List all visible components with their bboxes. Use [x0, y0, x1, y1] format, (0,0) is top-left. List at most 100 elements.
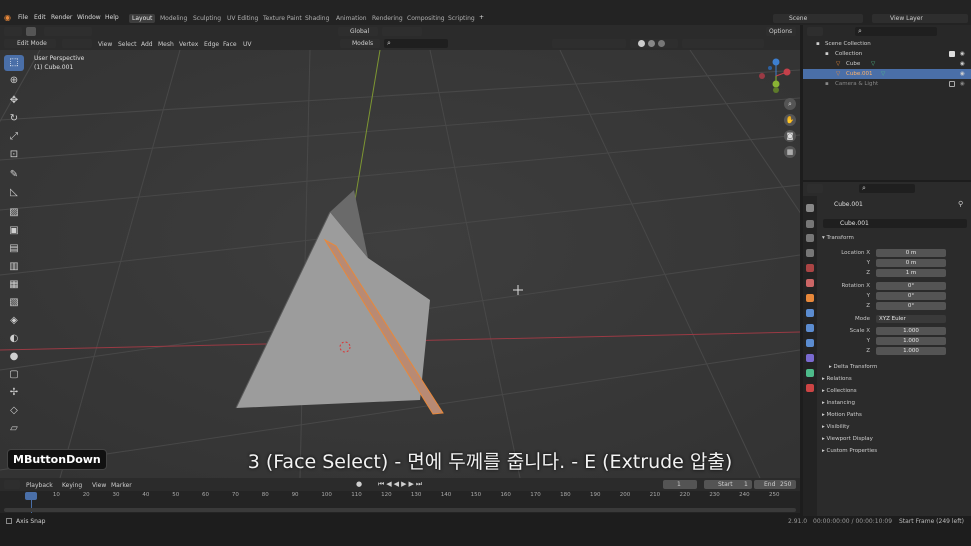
relations-section[interactable]: ▸ Relations [822, 376, 852, 382]
spin-tool-icon[interactable]: ◐ [4, 331, 24, 347]
scale-x-field[interactable]: 1.000 [876, 327, 946, 335]
visibility-gizmo-buttons[interactable] [552, 39, 626, 48]
tool-tab-icon[interactable] [806, 204, 814, 212]
rip-region-tool-icon[interactable]: ▱ [4, 421, 24, 437]
3d-viewport[interactable]: User Perspective (1) Cube.001 ⌕ ✋ ◙ ▦ [0, 50, 800, 478]
scale-tool-icon[interactable]: ⤢ [4, 129, 24, 145]
rotation-x-field[interactable]: 0° [876, 282, 946, 290]
end-frame-field[interactable]: End 250 [754, 480, 796, 489]
start-frame-field[interactable]: Start 1 [704, 480, 752, 489]
loop-cut-tool-icon[interactable]: ▦ [4, 277, 24, 293]
record-icon[interactable]: ● [356, 480, 362, 488]
location-z-field[interactable]: 1 m [876, 269, 946, 277]
menu-select[interactable]: Select [118, 41, 137, 48]
view-layer-selector[interactable]: View Layer [872, 14, 968, 23]
playback-controls[interactable]: ⏮◀◀▶▶⏭ [378, 480, 424, 489]
rotate-tool-icon[interactable]: ↻ [4, 111, 24, 127]
custom-properties-section[interactable]: ▸ Custom Properties [822, 448, 877, 454]
menu-mesh[interactable]: Mesh [158, 41, 174, 48]
inset-tool-icon[interactable]: ▤ [4, 241, 24, 257]
camera-icon[interactable]: ◙ [784, 130, 796, 142]
extrude-tool-icon[interactable]: ▣ [4, 223, 24, 239]
tab-sculpting[interactable]: Sculpting [190, 14, 224, 23]
mode-selector[interactable]: Edit Mode [4, 39, 56, 48]
motion-paths-section[interactable]: ▸ Motion Paths [822, 412, 862, 418]
viewport-display-section[interactable]: ▸ Viewport Display [822, 436, 873, 442]
tab-shading[interactable]: Shading [302, 14, 332, 23]
menu-playback[interactable]: Playback [26, 482, 53, 489]
tab-compositing[interactable]: Compositing [404, 14, 448, 23]
object-name-field[interactable]: Cube.001 [823, 219, 967, 228]
view-layer-tab-icon[interactable] [806, 249, 814, 257]
menu-render[interactable]: Render [51, 14, 72, 21]
transform-tool-icon[interactable]: ⊡ [4, 147, 24, 163]
annotate-tool-icon[interactable]: ✎ [4, 167, 24, 183]
eye-icon[interactable]: ◉ [960, 49, 965, 59]
render-tab-icon[interactable] [806, 220, 814, 228]
pivot-snap-buttons[interactable] [382, 27, 422, 36]
select-mode-toggle[interactable] [62, 39, 92, 48]
scale-y-field[interactable]: 1.000 [876, 337, 946, 345]
outliner-row-cube[interactable]: ▽ Cube ▽ ◉ [803, 59, 971, 69]
eye-icon[interactable]: ◉ [960, 69, 965, 79]
menu-timeline-view[interactable]: View [92, 482, 106, 489]
knife-tool-icon[interactable]: ▧ [4, 295, 24, 311]
menu-vertex[interactable]: Vertex [179, 41, 198, 48]
viewport-overlay-buttons[interactable] [682, 39, 764, 48]
outliner-row-camera-light[interactable]: ▪ Camera & Light ◉ [803, 79, 971, 89]
shrink-fatten-tool-icon[interactable]: ▢ [4, 367, 24, 383]
menu-file[interactable]: File [18, 14, 28, 21]
collections-section[interactable]: ▸ Collections [822, 388, 857, 394]
outliner-row-collection[interactable]: ▪ Collection ◉ [803, 49, 971, 59]
smooth-tool-icon[interactable]: ● [4, 349, 24, 365]
constraints-tab-icon[interactable] [806, 354, 814, 362]
editor-type-button[interactable] [4, 27, 22, 36]
models-selector[interactable]: Models [340, 39, 380, 48]
menu-add[interactable]: Add [141, 41, 153, 48]
rip-tool-icon[interactable]: ◇ [4, 403, 24, 419]
shear-tool-icon[interactable]: ✢ [4, 385, 24, 401]
pan-icon[interactable]: ✋ [784, 114, 796, 126]
tab-animation[interactable]: Animation [333, 14, 370, 23]
options-button[interactable]: Options [766, 27, 796, 36]
menu-edge[interactable]: Edge [204, 41, 219, 48]
tab-uv-editing[interactable]: UV Editing [224, 14, 261, 23]
rotation-z-field[interactable]: 0° [876, 302, 946, 310]
modifier-tab-icon[interactable] [806, 309, 814, 317]
menu-face[interactable]: Face [223, 41, 237, 48]
particles-tab-icon[interactable] [806, 324, 814, 332]
outliner-row-scene-collection[interactable]: ▪ Scene Collection [803, 39, 971, 49]
eye-icon[interactable]: ◉ [960, 59, 965, 69]
tab-layout[interactable]: Layout [129, 14, 156, 23]
scene-selector[interactable]: Scene [773, 14, 863, 23]
measure-tool-icon[interactable]: ◺ [4, 185, 24, 201]
instancing-section[interactable]: ▸ Instancing [822, 400, 855, 406]
world-tab-icon[interactable] [806, 279, 814, 287]
select-box-tool-icon[interactable]: ⬚ [4, 55, 24, 71]
menu-edit[interactable]: Edit [34, 14, 46, 21]
select-tool-button[interactable] [26, 27, 36, 36]
material-tab-icon[interactable] [806, 384, 814, 392]
delta-transform-section[interactable]: ▸ Delta Transform [829, 364, 877, 370]
search-input[interactable]: ⌕ [384, 39, 448, 48]
bevel-tool-icon[interactable]: ▥ [4, 259, 24, 275]
tab-modeling[interactable]: Modeling [157, 14, 190, 23]
output-tab-icon[interactable] [806, 234, 814, 242]
visibility-section[interactable]: ▸ Visibility [822, 424, 850, 430]
checkbox-icon[interactable] [949, 51, 955, 57]
tab-texture-paint[interactable]: Texture Paint [260, 14, 305, 23]
playhead[interactable] [25, 492, 37, 500]
menu-uv[interactable]: UV [243, 41, 252, 48]
cursor-tool-icon[interactable]: ⊕ [4, 73, 24, 89]
current-frame-field[interactable]: 1 [663, 480, 697, 489]
menu-marker[interactable]: Marker [111, 482, 132, 489]
timeline-scrollbar[interactable] [4, 508, 796, 512]
zoom-icon[interactable]: ⌕ [784, 98, 796, 110]
pin-icon[interactable]: ⚲ [958, 200, 963, 208]
tab-rendering[interactable]: Rendering [369, 14, 406, 23]
add-cube-tool-icon[interactable]: ▨ [4, 205, 24, 221]
transform-section[interactable]: ▾ Transform [822, 235, 854, 241]
shading-mode-buttons[interactable] [630, 39, 678, 48]
scale-z-field[interactable]: 1.000 [876, 347, 946, 355]
eye-icon[interactable]: ◉ [960, 79, 965, 89]
